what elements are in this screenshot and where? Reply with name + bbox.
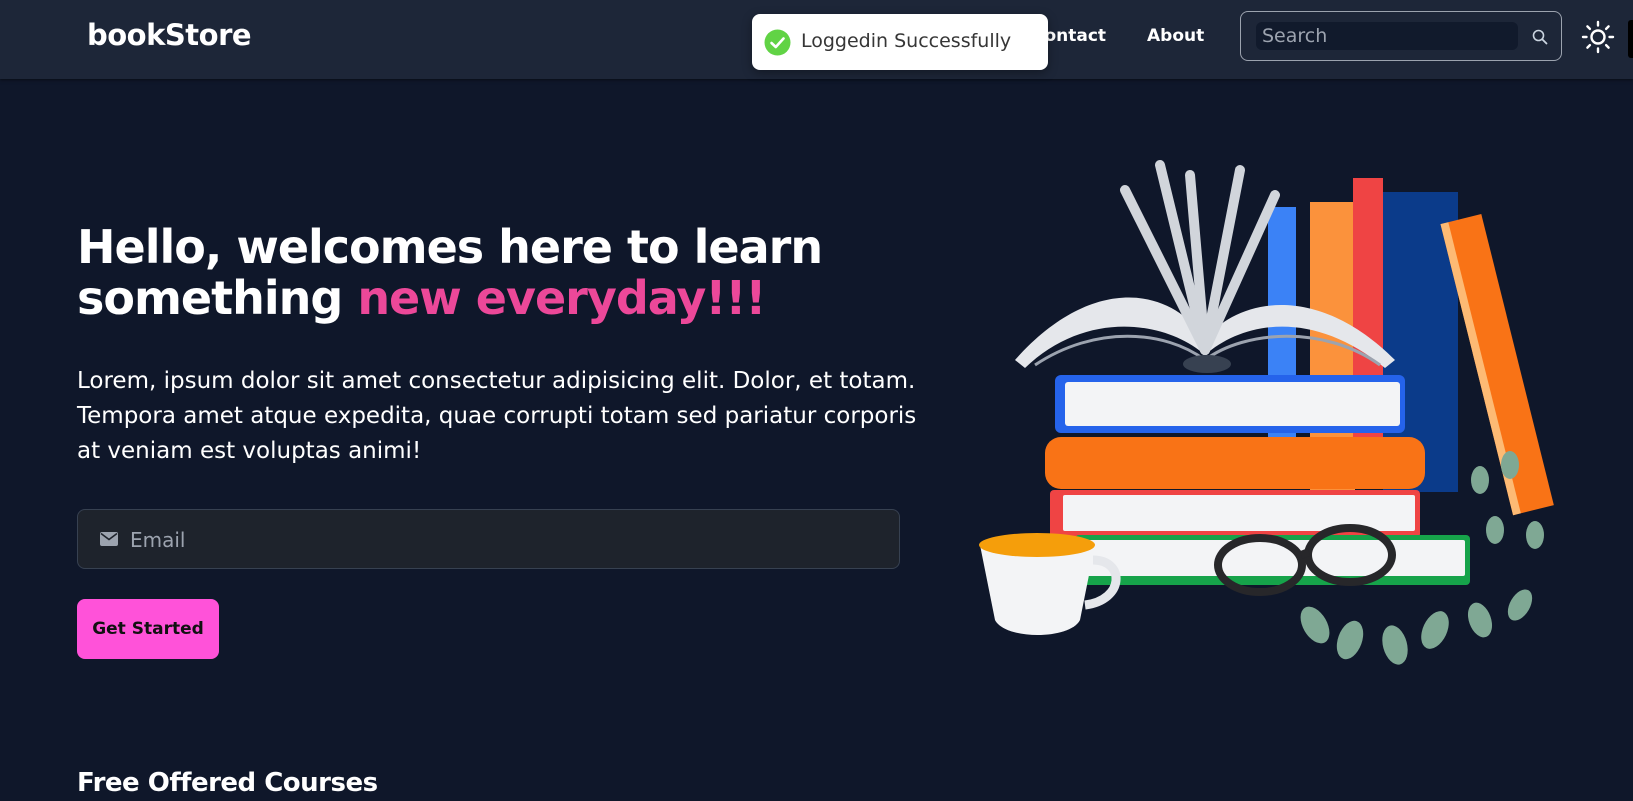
get-started-button[interactable]: Get Started: [77, 599, 219, 659]
profile-button-edge[interactable]: [1628, 20, 1633, 58]
search-box: [1240, 11, 1562, 61]
search-icon[interactable]: [1531, 28, 1549, 46]
mail-icon: [100, 532, 118, 546]
toast-message: Loggedin Successfully: [801, 30, 1012, 52]
email-field[interactable]: [128, 524, 872, 556]
books-illustration: [979, 160, 1554, 665]
brand-logo[interactable]: bookStore: [87, 18, 252, 52]
sun-icon[interactable]: [1581, 20, 1615, 54]
nav-link-about[interactable]: About: [1147, 26, 1204, 46]
hero-title-accent: new everyday!!!: [357, 271, 766, 325]
hero-description: Lorem, ipsum dolor sit amet consectetur …: [77, 368, 917, 464]
email-field-wrapper: [77, 509, 900, 569]
search-input[interactable]: [1256, 22, 1518, 50]
hero-title: Hello, welcomes here to learn something …: [77, 222, 937, 324]
check-circle-icon: [764, 29, 791, 56]
toast-notification: Loggedin Successfully: [752, 14, 1048, 70]
section-title: Free Offered Courses: [77, 768, 378, 798]
